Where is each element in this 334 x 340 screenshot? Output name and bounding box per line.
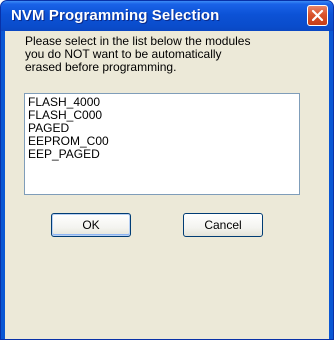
modules-listbox[interactable]: FLASH_4000 FLASH_C000 PAGED EEPROM_C00 E… <box>24 93 300 195</box>
instructions-line: erased before programming. <box>25 60 177 74</box>
dialog-window: NVM Programming Selection Please select … <box>0 0 334 340</box>
list-item-eep-paged[interactable]: EEP_PAGED <box>28 148 296 161</box>
close-icon <box>311 9 324 22</box>
ok-button[interactable]: OK <box>51 213 131 237</box>
title-bar[interactable]: NVM Programming Selection <box>1 1 333 31</box>
close-button[interactable] <box>307 5 328 26</box>
cancel-button[interactable]: Cancel <box>183 213 263 237</box>
instructions-text: Please select in the list below the modu… <box>25 35 315 74</box>
window-title: NVM Programming Selection <box>11 7 220 24</box>
